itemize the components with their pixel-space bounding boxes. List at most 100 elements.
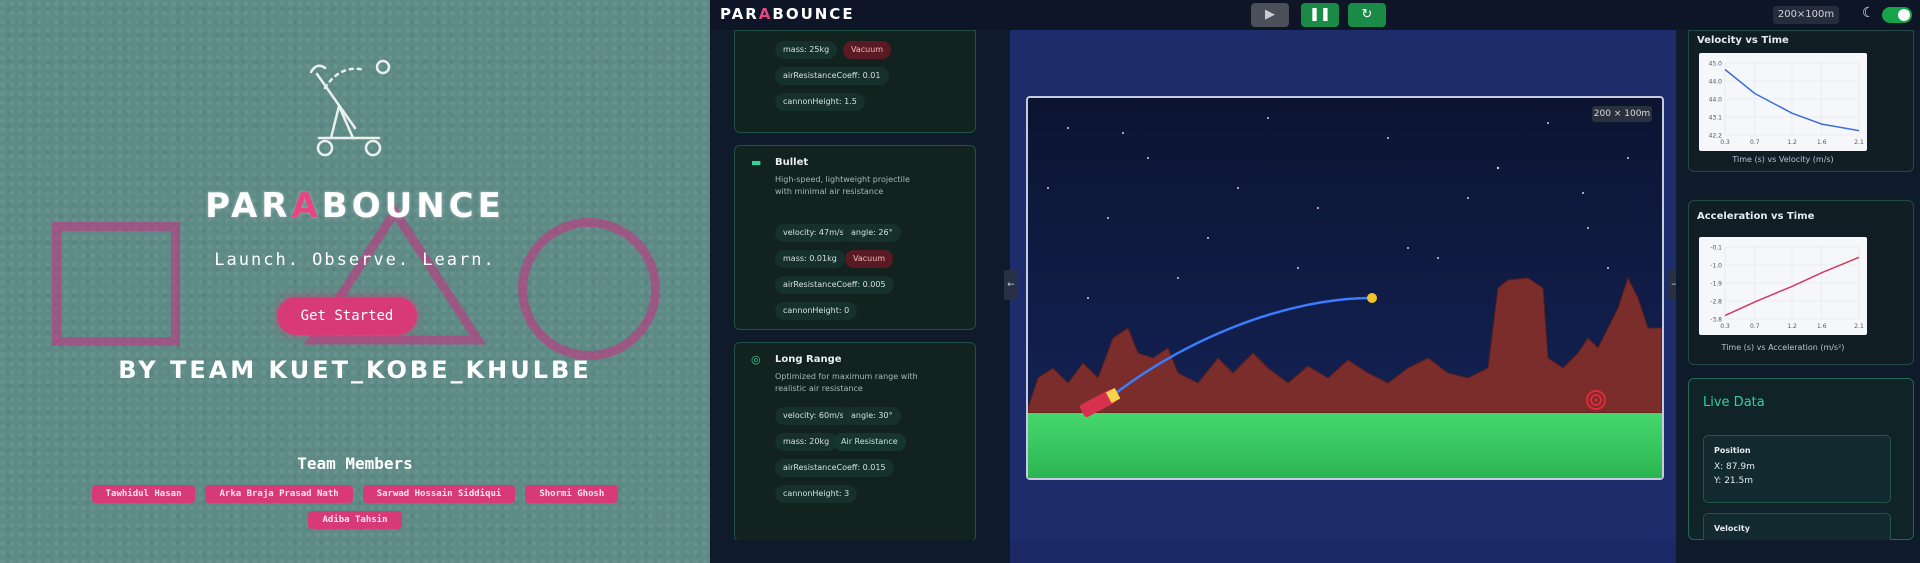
chart-caption: Time (s) vs Acceleration (m/s²) [1721,343,1845,352]
preset-pill: mass: 20kg [775,433,838,451]
y-tick-label: -1.9 [1710,281,1722,288]
bottom-left-shade [710,540,1010,563]
ground [1028,413,1662,478]
acceleration-chart-card: Acceleration vs Time -0.1 -1.0 -1.9 -2.8 -3.… [1688,200,1914,365]
reset-button[interactable]: ↻ [1348,3,1386,27]
y-tick-label: 45.0 [1709,61,1723,68]
preset-pill: angle: 30° [843,407,901,425]
preset-pill: velocity: 47m/s [775,224,852,242]
get-started-button[interactable]: Get Started [277,297,417,335]
y-tick-label: -0.1 [1710,245,1722,252]
position-panel: Position X: 87.9m Y: 21.5m [1703,435,1891,503]
simulation-canvas[interactable]: 200 × 100m [1026,96,1664,480]
logo-part: PAR [720,5,759,23]
play-icon: ▶ [1265,7,1275,22]
preset-card-bullet[interactable]: ▬ Bullet High-speed, lightweight project… [734,145,976,330]
bottom-right-shade [1676,540,1920,563]
play-button[interactable]: ▶ [1251,3,1289,27]
preset-pill: velocity: 60m/s [775,407,852,425]
x-tick-label: 0.3 [1720,139,1730,146]
member-chip: Adiba Tahsin [308,511,402,529]
x-tick-label: 0.7 [1750,139,1760,146]
top-bar: PARABOUNCE ▶ ❚❚ ↻ 200×100m ☾ [710,0,1920,30]
x-tick-label: 0.7 [1750,323,1760,330]
live-data-title: Live Data [1703,395,1765,410]
y-tick-label: 44.0 [1709,79,1723,86]
arrow-left-icon: ← [1007,280,1015,290]
x-tick-label: 0.3 [1720,323,1730,330]
x-tick-label: 2.1 [1854,323,1864,330]
members-title: Team Members [297,454,413,473]
brand-part: PAR [205,186,292,226]
chart-title: Velocity vs Time [1697,35,1789,46]
reset-icon: ↻ [1361,7,1373,22]
live-data-card: Live Data Position X: 87.9m Y: 21.5m Vel… [1688,378,1914,553]
y-tick-label: -2.8 [1710,299,1722,306]
simulator-app: PARABOUNCE ▶ ❚❚ ↻ 200×100m ☾ mass: 25kg … [710,0,1920,563]
preset-pill: Vacuum [843,41,892,59]
preset-title: Bullet [775,157,809,168]
brand-accent: A [291,186,322,226]
preset-card-long-range[interactable]: ◎ Long Range Optimized for maximum range… [734,342,976,542]
dash-icon: ▬ [751,156,762,169]
chart-caption: Time (s) vs Velocity (m/s) [1732,155,1834,164]
y-tick-label: 44.0 [1709,97,1723,104]
circle-decor [518,218,660,360]
scale-badge: 200 × 100m [1592,106,1652,122]
collapse-left-button[interactable]: ← [1004,270,1018,300]
moon-icon[interactable]: ☾ [1862,5,1875,21]
world-size-badge[interactable]: 200×100m [1773,6,1839,24]
y-tick-label: 43.1 [1709,115,1723,122]
preset-description: Optimized for maximum range with realist… [775,372,918,393]
projectile-ball [1367,293,1377,303]
preset-pill: Vacuum [845,250,894,268]
preset-pill: cannonHeight: 1.5 [775,93,865,111]
preset-pill: cannonHeight: 3 [775,485,858,503]
x-tick-label: 1.6 [1817,323,1827,330]
velocity-chart-svg: 45.044.044.043.142.20.3 0.7 1.2 1.6 2.1 [1709,61,1864,147]
analytics-sidebar: Velocity vs Time 45.0 44.0 44.0 43.1 42.2 0.3… [1676,30,1920,553]
brand-part: BOUNCE [321,186,505,226]
x-tick-label: 1.2 [1787,139,1797,146]
target-icon: ◎ [751,353,761,366]
app-logo: PARABOUNCE [720,5,855,23]
acceleration-chart: -0.1 -1.0 -1.9 -2.8 -3.8 0.3 0.7 1.2 1.6 2.1 [1699,237,1867,335]
square-decor [52,222,180,346]
position-label: Position [1714,446,1751,455]
pause-button[interactable]: ❚❚ [1301,3,1339,27]
preset-pill: cannonHeight: 0 [775,302,858,320]
y-tick-label: -1.0 [1710,263,1722,270]
preset-pill: mass: 25kg [775,41,838,59]
x-tick-label: 1.2 [1787,323,1797,330]
preset-pill: mass: 0.01kg [775,250,845,268]
logo-accent: A [758,5,773,23]
catapult-icon [309,59,391,157]
pause-icon: ❚❚ [1309,7,1331,22]
preset-card[interactable]: mass: 25kg Vacuum airResistanceCoeff: 0.… [734,30,976,133]
member-chip: Sarwad Hossain Siddiqui [362,485,516,503]
landing-brand: PARABOUNCE [0,186,710,226]
landing-panel: PARABOUNCE Launch. Observe. Learn. Get S… [0,0,710,563]
velocity-label: Velocity [1714,524,1750,533]
team-name: BY TEAM KUET_KOBE_KHULBE [118,356,592,384]
x-tick-label: 2.1 [1854,139,1864,146]
preset-title: Long Range [775,354,842,365]
preset-pill: angle: 26° [843,224,901,242]
preset-pill: airResistanceCoeff: 0.01 [775,67,889,85]
member-chip: Arka Braja Prasad Nath [205,485,353,503]
position-y: Y: 21.5m [1714,476,1754,486]
theme-toggle[interactable] [1882,7,1912,23]
bottom-strip [710,540,1920,563]
member-chip: Shormi Ghosh [525,485,619,503]
logo-part: BOUNCE [772,5,855,23]
tagline: Launch. Observe. Learn. [214,250,496,270]
preset-pill: Air Resistance [833,433,906,451]
member-list: Tawhidul Hasan Arka Braja Prasad Nath Sa… [80,485,630,529]
preset-pill: airResistanceCoeff: 0.015 [775,459,894,477]
member-chip: Tawhidul Hasan [91,485,196,503]
chart-title: Acceleration vs Time [1697,211,1815,222]
preset-pill: airResistanceCoeff: 0.005 [775,276,894,294]
x-tick-label: 1.6 [1817,139,1827,146]
position-x: X: 87.9m [1714,462,1755,472]
toggle-knob [1898,9,1910,21]
